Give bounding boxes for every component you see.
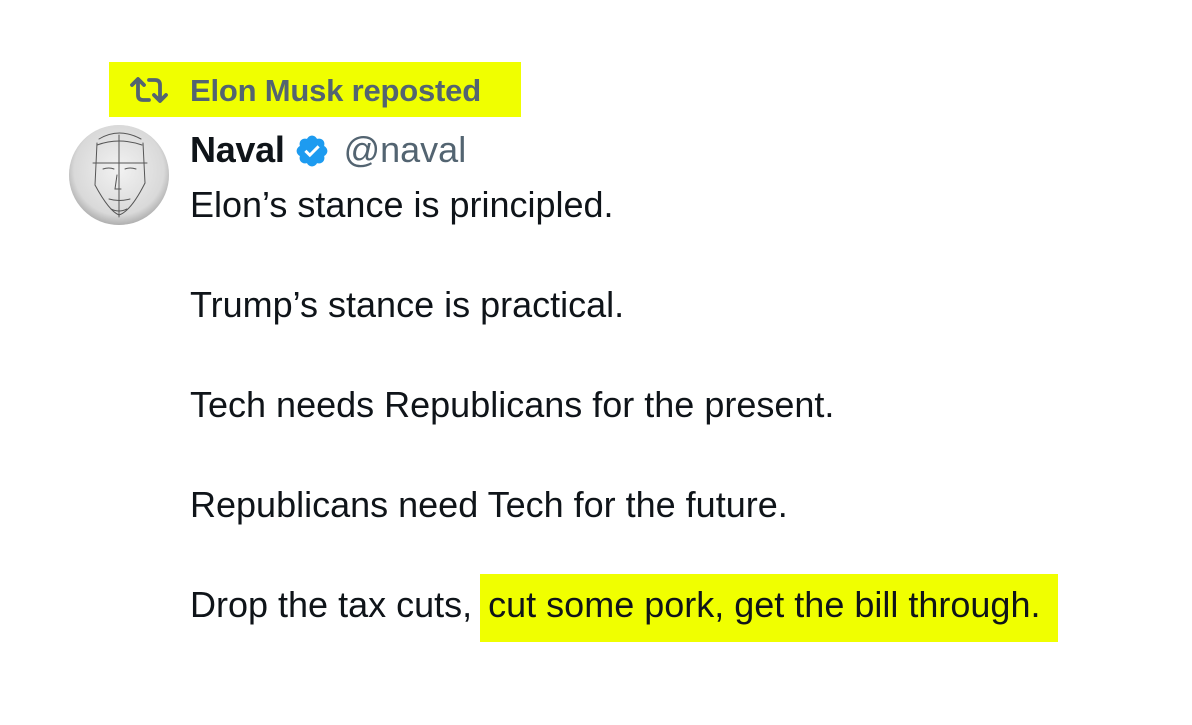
author-handle[interactable]: @naval: [344, 129, 467, 171]
tweet-paragraph: Tech needs Republicans for the present.: [190, 384, 835, 425]
tweet-paragraph-text: Drop the tax cuts,: [190, 584, 473, 625]
tweet-header: Naval @naval: [190, 125, 466, 175]
tweet-paragraph: Drop the tax cuts, cut some pork, get th…: [190, 574, 1150, 642]
avatar-sketch: [69, 125, 169, 225]
tweet-paragraph: Republicans need Tech for the future.: [190, 484, 788, 525]
author-name[interactable]: Naval: [190, 129, 285, 171]
highlighted-text: cut some pork, get the bill through.: [480, 574, 1059, 642]
tweet-paragraph: Elon’s stance is principled.: [190, 184, 614, 225]
repost-label[interactable]: Elon Musk reposted: [190, 71, 481, 111]
repost-banner[interactable]: Elon Musk reposted: [109, 62, 521, 117]
tweet-text: Elon’s stance is principled. Trump’s sta…: [190, 180, 1150, 680]
avatar[interactable]: [69, 125, 169, 225]
tweet-paragraph: Trump’s stance is practical.: [190, 284, 625, 325]
repost-icon: [130, 77, 168, 103]
verified-badge-icon: [296, 135, 327, 167]
